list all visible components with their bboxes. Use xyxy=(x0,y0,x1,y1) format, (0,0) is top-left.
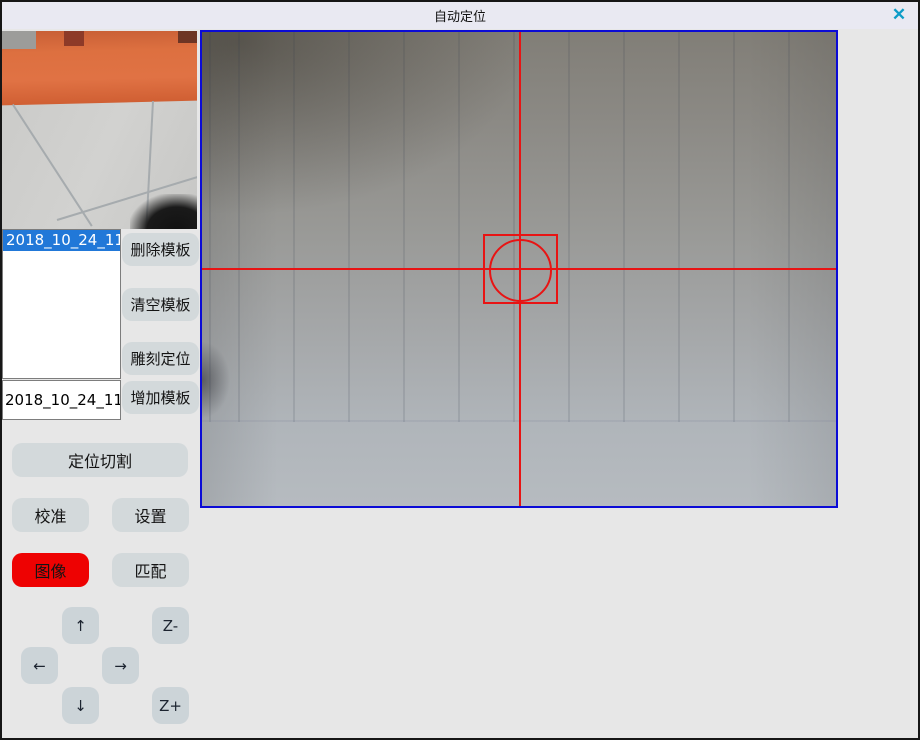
template-list-item-selected[interactable]: 2018_10_24_11 xyxy=(3,230,120,251)
template-list[interactable]: 2018_10_24_11 xyxy=(2,229,121,379)
title-bar: 自动定位 ✕ xyxy=(2,2,918,29)
thumbnail-dark-object xyxy=(130,194,197,229)
calibrate-button[interactable]: 校准 xyxy=(12,498,89,532)
jog-left-button[interactable]: ← xyxy=(21,647,58,684)
jog-z-plus-button[interactable]: Z+ xyxy=(152,687,189,724)
clear-templates-button[interactable]: 清空模板 xyxy=(122,288,199,321)
jog-z-minus-button[interactable]: Z- xyxy=(152,607,189,644)
template-name-input[interactable] xyxy=(2,380,121,420)
auto-positioning-dialog: 自动定位 ✕ 2018_10_24_11 删除模板 清空模板 雕刻定位 增加模板… xyxy=(0,0,920,740)
jog-down-button[interactable]: ↓ xyxy=(62,687,99,724)
image-button-active[interactable]: 图像 xyxy=(12,553,89,587)
thumbnail-tile-line xyxy=(12,104,93,227)
delete-template-button[interactable]: 删除模板 xyxy=(122,233,199,266)
match-button[interactable]: 匹配 xyxy=(112,553,189,587)
thumbnail-dark-stripe xyxy=(64,31,84,46)
camera-preview-thumbnail xyxy=(2,31,197,229)
camera-view[interactable] xyxy=(200,30,838,508)
close-button[interactable]: ✕ xyxy=(888,4,910,26)
engrave-positioning-button[interactable]: 雕刻定位 xyxy=(122,342,199,375)
thumbnail-dark-corner xyxy=(178,31,197,43)
positioning-cut-button[interactable]: 定位切割 xyxy=(12,443,188,477)
match-template-circle xyxy=(489,239,552,302)
window-title: 自动定位 xyxy=(434,6,486,25)
settings-button[interactable]: 设置 xyxy=(112,498,189,532)
thumbnail-gray-patch xyxy=(2,31,36,49)
close-icon: ✕ xyxy=(892,5,906,24)
add-template-button[interactable]: 增加模板 xyxy=(122,381,199,414)
jog-right-button[interactable]: → xyxy=(102,647,139,684)
jog-up-button[interactable]: ↑ xyxy=(62,607,99,644)
